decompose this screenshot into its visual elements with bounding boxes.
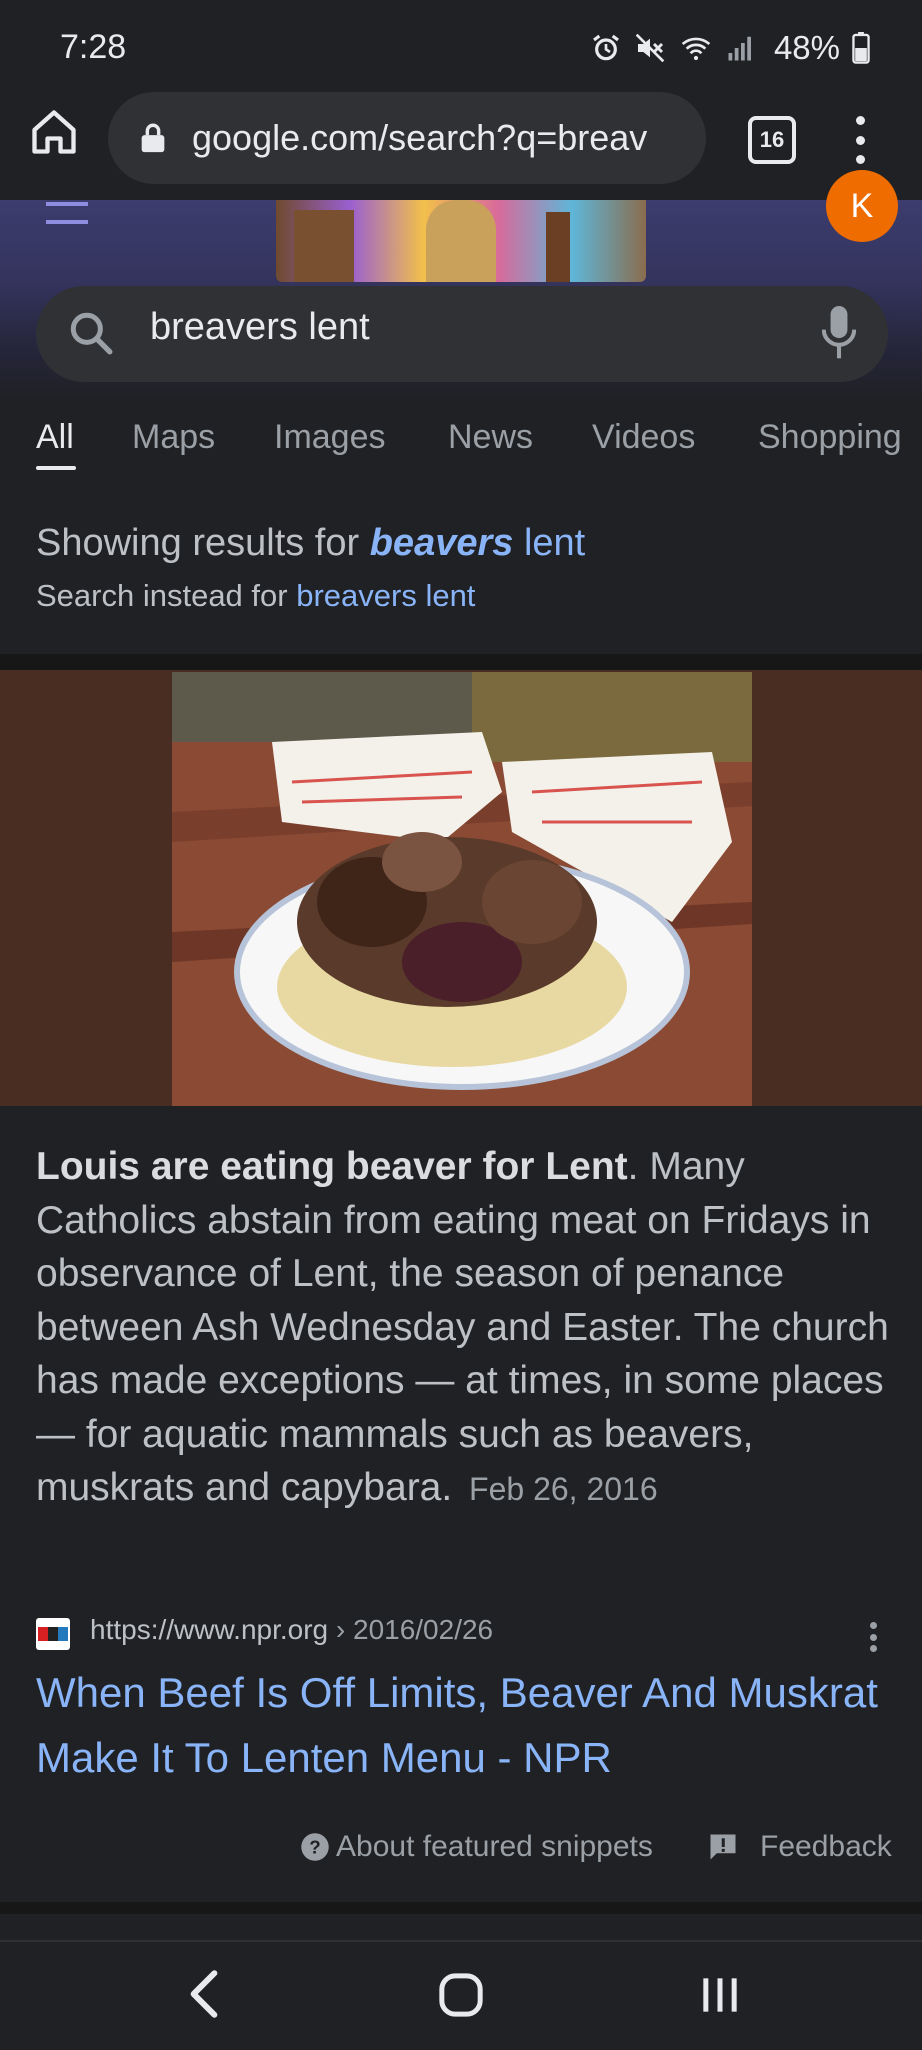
feedback-icon (710, 1834, 736, 1860)
feedback-button[interactable]: Feedback (708, 1830, 892, 1864)
battery-icon (852, 32, 870, 64)
address-bar[interactable]: google.com/search?q=breav (108, 92, 706, 184)
npr-logo-icon (38, 1627, 68, 1641)
search-instead-for: Search instead for breavers lent (36, 578, 476, 613)
microphone-icon[interactable] (822, 306, 856, 360)
alarm-icon (592, 34, 619, 61)
tab-images[interactable]: Images (274, 418, 386, 457)
snippet-date: Feb 26, 2016 (469, 1471, 658, 1507)
tab-all[interactable]: All (36, 418, 74, 457)
featured-snippet-text: Louis are eating beaver for Lent. Many C… (36, 1145, 889, 1509)
tab-videos[interactable]: Videos (592, 418, 695, 457)
tab-switcher-button[interactable]: 16 (748, 116, 796, 164)
nav-home-icon[interactable] (438, 1972, 484, 2018)
corrected-query-link[interactable]: beavers lent (370, 522, 586, 564)
back-icon[interactable] (186, 1968, 222, 2020)
svg-text:?: ? (309, 1836, 320, 1857)
status-time: 7:28 (60, 28, 127, 66)
tab-news[interactable]: News (448, 418, 533, 457)
account-avatar[interactable]: K (826, 170, 898, 242)
snippet-image[interactable] (172, 672, 752, 1106)
npr-favicon (36, 1618, 70, 1650)
search-icon (70, 312, 113, 355)
original-query-link[interactable]: breavers lent (296, 578, 475, 613)
lock-icon (141, 123, 165, 153)
hamburger-menu-icon[interactable] (46, 202, 88, 226)
food-photo (172, 672, 752, 1106)
active-tab-indicator (36, 466, 76, 470)
search-query[interactable]: breavers lent (150, 306, 370, 349)
signal-icon (728, 36, 751, 61)
mute-icon (635, 33, 665, 63)
battery-percentage: 48% (773, 29, 840, 66)
tab-shopping[interactable]: Shopping (758, 418, 902, 457)
home-icon[interactable] (28, 106, 80, 158)
help-icon: ? (301, 1833, 329, 1861)
showing-results-for: Showing results for beavers lent (36, 522, 586, 564)
google-doodle[interactable] (276, 200, 646, 282)
tab-maps[interactable]: Maps (132, 418, 215, 457)
recent-apps-icon[interactable] (700, 1974, 740, 2016)
result-title-link[interactable]: When Beef Is Off Limits, Beaver And Musk… (36, 1660, 896, 1790)
wifi-icon (681, 37, 711, 61)
section-divider (0, 654, 922, 670)
about-featured-snippets-button[interactable]: ? About featured snippets (300, 1830, 653, 1864)
status-icons: 48% (590, 24, 870, 72)
browser-menu-icon[interactable] (844, 116, 876, 164)
section-divider-bottom (0, 1902, 922, 1914)
result-more-options-icon[interactable] (868, 1622, 878, 1652)
url-text: google.com/search?q=breav (192, 117, 648, 158)
result-source-url: https://www.npr.org › 2016/02/26 (90, 1614, 494, 1645)
